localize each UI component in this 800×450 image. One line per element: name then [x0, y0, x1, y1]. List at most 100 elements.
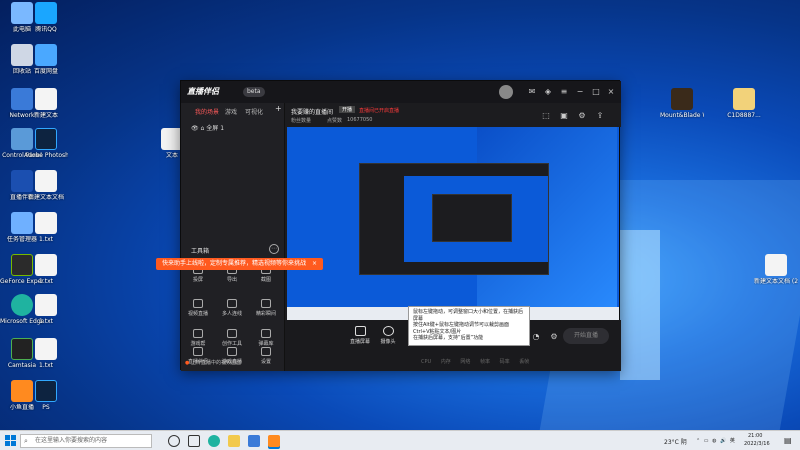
room-sub2: 点赞数 [327, 118, 343, 124]
clock-date[interactable]: 2022/3/16 [744, 441, 770, 447]
left-panel: 我的场景 游戏 可视化 + 👁 ⌂ 全屏 1 工具箱 ⋯ 投屏 导出 截图 视频… [181, 103, 285, 371]
desktop-icon-file2[interactable]: 新建文本文档 [24, 170, 68, 201]
camera-icon [382, 326, 394, 336]
text-file-icon [35, 338, 57, 360]
desktop-icon-file3[interactable]: 1.txt [24, 212, 68, 243]
left-footer-text: ● 上传直播中的视频画面 [185, 360, 241, 366]
desktop-icon-qq[interactable]: 腾讯QQ [24, 2, 68, 33]
eye-icon[interactable]: 👁 [191, 125, 199, 132]
room-sub1: 粉丝数量 [291, 118, 312, 124]
tab-visual[interactable]: 可视化 [245, 107, 263, 116]
close-icon[interactable]: × [606, 87, 616, 97]
desktop-icon-file4[interactable]: 1.txt [24, 254, 68, 285]
room-title: 我要赚的直播间 [291, 109, 334, 116]
desktop-icon-file9[interactable]: 新建文本文档 (2) [754, 254, 798, 285]
tool-icon [193, 347, 203, 356]
tray-icons[interactable]: ⌃ ▭ ◍ 🔊 英 [696, 437, 736, 444]
tool-4[interactable]: 视频直播 [183, 299, 213, 317]
tool-icon [193, 299, 203, 308]
app-logo: 直播伴侣 [187, 87, 219, 96]
promo-banner[interactable]: 快来助手上线啦，定制专属推荐，精选视频等你来挑战 × [156, 258, 323, 270]
task-view-icon[interactable] [188, 435, 200, 447]
file-explorer-icon[interactable] [228, 435, 240, 447]
record-icon: ● [185, 360, 190, 366]
add-scene-icon[interactable]: + [275, 104, 282, 113]
menu-icon[interactable]: ≡ [559, 87, 569, 97]
scene-item[interactable]: 👁 ⌂ 全屏 1 [191, 123, 224, 132]
desktop-icon-file1[interactable]: 新建文本 [24, 88, 68, 119]
desktop-icon-file5[interactable]: 1.txt [24, 294, 68, 325]
help-tooltip: 鼠标左键拖动，可调整窗口大小和位置，在捕获后屏幕 按住Alt键+鼠标左键拖动调节… [408, 306, 530, 346]
tool-5[interactable]: 多人连线 [217, 299, 247, 317]
voice-icon[interactable]: ◔ [531, 332, 541, 342]
tool-icon [261, 347, 271, 356]
text-file-icon [35, 88, 57, 110]
tool-icon [227, 329, 237, 338]
room-header: 我要赚的直播间 开播 直播间已开启直播 粉丝数量 点赞数 10677050 ⬚ … [285, 103, 621, 127]
tool-8[interactable]: 创作工具 [217, 329, 247, 347]
start-live-button[interactable]: 开始直播 [563, 328, 609, 344]
title-bar: 直播伴侣 beta ✉ ◈ ≡ − □ × [181, 81, 621, 103]
tool-icon [227, 299, 237, 308]
file-icon [733, 88, 755, 110]
tool-icon [261, 299, 271, 308]
text-file-icon [35, 212, 57, 234]
game-icon [671, 88, 693, 110]
taskbar-search-input[interactable]: ⌕ 在这里输入你要搜索的内容 [20, 434, 152, 448]
desktop-icon-ps[interactable]: Adobe Photoshop [24, 128, 68, 159]
tab-my-scene[interactable]: 我的场景 [195, 107, 219, 116]
avatar[interactable] [499, 85, 513, 99]
more-icon[interactable]: ⋯ [269, 244, 279, 254]
live-preview[interactable] [287, 127, 619, 320]
desktop-icon-file6[interactable]: 1.txt [24, 338, 68, 369]
minimize-icon[interactable]: − [575, 87, 585, 97]
live-companion-window: 直播伴侣 beta ✉ ◈ ≡ − □ × 我的场景 游戏 可视化 + 👁 ⌂ … [180, 80, 621, 371]
room-tag[interactable]: 开播 [339, 106, 356, 113]
desktop-icon-ps2[interactable]: PS [24, 380, 68, 411]
desktop-icon-file8[interactable]: C1D8887... [722, 88, 766, 119]
tab-game[interactable]: 游戏 [225, 107, 237, 116]
store-icon[interactable] [248, 435, 260, 447]
share-icon[interactable]: ⇪ [595, 111, 605, 121]
status-bar: CPU 内存 网络 帧率 码率 丢帧 [421, 359, 530, 365]
taskbar: ⌕ 在这里输入你要搜索的内容 23°C 阴 ⌃ ▭ ◍ 🔊 英 21:00 20… [0, 430, 800, 450]
search-icon: ⌕ [24, 437, 28, 445]
notification-icon[interactable]: ▤ [784, 436, 792, 445]
tool-12[interactable]: 设置 [251, 347, 281, 365]
tool-icon [261, 329, 271, 338]
close-icon[interactable]: × [312, 260, 317, 267]
text-file-icon [35, 170, 57, 192]
nested-preview-window-2 [432, 194, 512, 242]
tool-7[interactable]: 游戏帮 [183, 329, 213, 347]
baidu-netdisk-icon [35, 44, 57, 66]
windows-start-icon[interactable] [5, 435, 16, 446]
edge-taskbar-icon[interactable] [208, 435, 220, 447]
maximize-icon[interactable]: □ [591, 87, 601, 97]
weather-text[interactable]: 23°C 阴 [664, 437, 687, 446]
tool-icon [227, 347, 237, 356]
text-file-icon [35, 254, 57, 276]
text-file-icon [765, 254, 787, 276]
screen-capture-button[interactable]: 直播屏幕 [345, 326, 375, 345]
clock-time[interactable]: 21:00 [748, 433, 762, 439]
settings-icon[interactable]: ⚙ [577, 111, 587, 121]
desktop-icon-netdisk[interactable]: 百度网盘 [24, 44, 68, 75]
monitor-icon [354, 326, 366, 336]
skin-icon[interactable]: ◈ [543, 87, 553, 97]
window-icon[interactable]: ▣ [559, 111, 569, 121]
tool-6[interactable]: 精彩瞬间 [251, 299, 281, 317]
desktop-icon-game[interactable]: Mount&Blade Warband [660, 88, 704, 119]
version-badge[interactable]: beta [243, 87, 265, 97]
message-icon[interactable]: ✉ [527, 87, 537, 97]
photoshop-icon [35, 380, 57, 402]
photoshop-icon [35, 128, 57, 150]
text-file-icon [35, 294, 57, 316]
gift-icon[interactable]: ⬚ [541, 111, 551, 121]
nested-preview-window [359, 163, 549, 275]
camera-button[interactable]: 摄像头 [373, 326, 403, 345]
lock-icon[interactable]: ⌂ [201, 125, 205, 132]
cortana-icon[interactable] [168, 435, 180, 447]
tool-9[interactable]: 弹幕库 [251, 329, 281, 347]
live-companion-taskbar-icon[interactable] [268, 435, 280, 447]
gear-icon[interactable]: ⚙ [549, 332, 559, 342]
